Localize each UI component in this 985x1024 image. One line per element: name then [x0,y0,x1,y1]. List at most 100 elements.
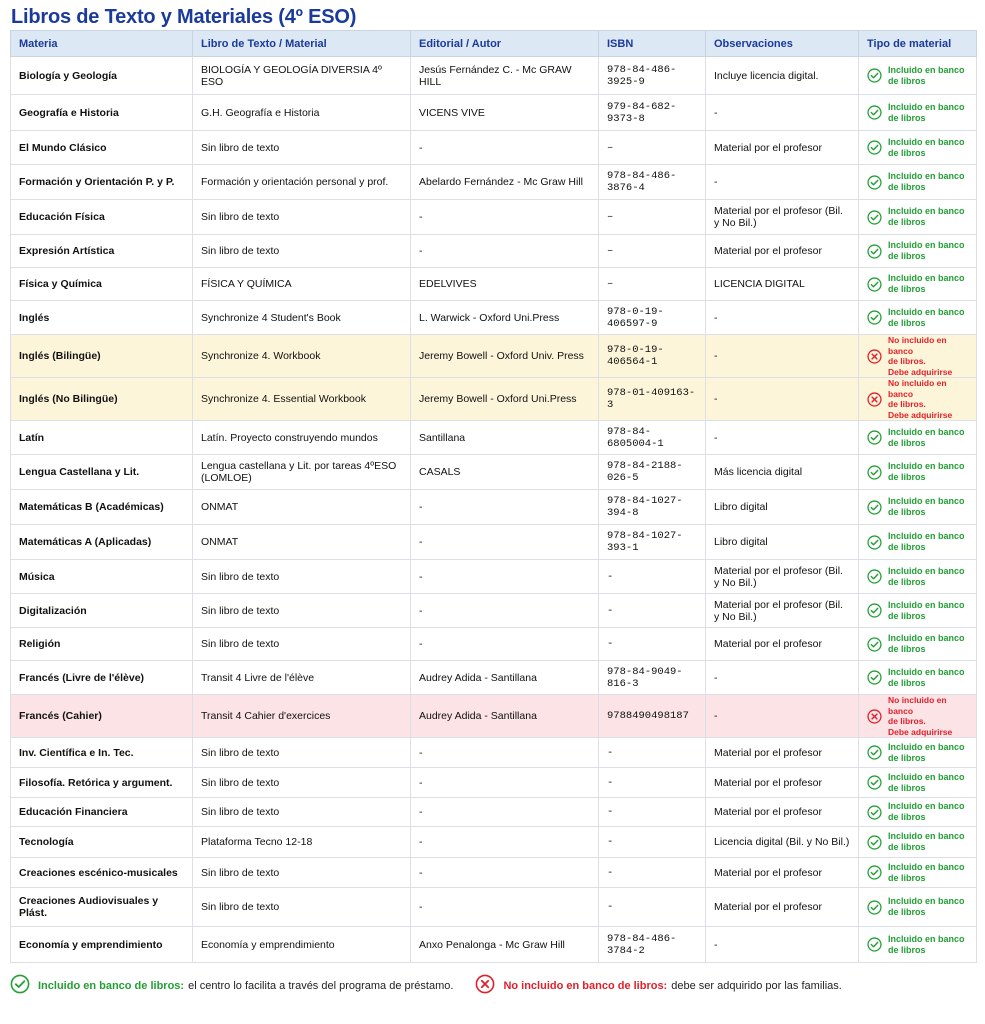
cell-editorial: Santillana [410,420,599,455]
cell-libro: ONMAT [192,489,411,525]
cell-isbn: - [598,826,706,858]
table-row: Francés (Livre de l'élève) Transit 4 Livr… [10,660,977,695]
cell-isbn: 978-01-409163-3 [598,377,706,421]
cell-observaciones: - [705,926,859,963]
status-line: Incluido en banco [888,273,965,283]
status-line: Incluido en banco [888,861,965,872]
legend-included-desc: el centro lo facilita a través del progr… [188,979,454,992]
status-line: de libros [888,872,926,883]
cell-isbn: - [598,857,706,888]
status-line: Incluido en banco [888,426,965,437]
cell-libro: Sin libro de texto [192,559,411,594]
cell-observaciones: Material por el profesor (Bil. y No Bil.… [705,593,859,628]
status-line: de libros [888,812,926,822]
status-text: Incluido en banco de libros [888,600,965,622]
status-line: Incluido en banco [888,801,965,811]
cell-libro: BIOLOGÍA Y GEOLOGÍA DIVERSIA 4º ESO [192,56,411,95]
cell-materia: Expresión Artística [10,234,193,268]
cell-observaciones: Licencia digital (Bil. y No Bil.) [705,826,859,858]
check-circle-icon [867,209,882,225]
status-included: Incluido en banco de libros [867,742,968,764]
cell-tipo: No incluido en banco de libros. Debe adqui… [858,334,977,378]
table-row: Educación Física Sin libro de texto - – Mate… [10,199,977,235]
cell-tipo: Incluido en banco de libros [858,593,977,628]
status-line: de libros [888,317,926,328]
status-line: de libros [888,251,926,261]
cell-libro: Synchronize 4 Student's Book [192,300,411,335]
cell-materia: Filosofía. Retórica y argument. [10,767,193,798]
cell-isbn: 979-84-682-9373-8 [598,94,706,131]
check-circle-icon [867,670,882,685]
table-row: Geografía e Historia G.H. Geografía e His… [10,94,977,131]
cell-isbn: 978-84-6805004-1 [598,420,706,455]
cell-libro: Lengua castellana y Lit. por tareas 4ºES… [192,454,411,490]
status-line: Incluido en banco [888,896,965,906]
cell-tipo: No incluido en banco de libros. Debe adqui… [858,377,977,421]
status-line: de libros [888,437,926,448]
status-line: Debe adquirirse [888,366,953,377]
cell-isbn: - [598,593,706,628]
cell-materia: Geografía e Historia [10,94,193,131]
cell-tipo: Incluido en banco de libros [858,887,977,927]
cell-isbn: - [598,887,706,927]
cell-materia: Inv. Científica e In. Tec. [10,737,193,768]
cell-libro: Sin libro de texto [192,737,411,768]
status-text: Incluido en banco de libros [888,831,965,853]
cell-libro: Sin libro de texto [192,767,411,798]
status-line: Incluido en banco [888,101,965,112]
cell-editorial: - [410,489,599,525]
cell-materia: Francés (Cahier) [10,694,193,738]
status-line: Incluido en banco [888,240,965,250]
status-line: de libros [888,842,926,852]
cell-libro: G.H. Geografía e Historia [192,94,411,131]
cell-editorial: - [410,524,599,560]
cell-materia: Inglés (No Bilingüe) [10,377,193,421]
status-included: Incluido en banco de libros [867,600,968,622]
status-line: Incluido en banco [888,831,965,841]
header-libro: Libro de Texto / Material [192,30,411,57]
status-line: de libros [888,182,926,192]
cell-editorial: EDELVIVES [410,267,599,301]
cell-isbn: 978-84-486-3876-4 [598,164,706,200]
cell-isbn: – [598,199,706,235]
check-circle-icon [867,68,882,83]
header-observaciones: Observaciones [705,30,859,57]
cell-libro: Synchronize 4. Essential Workbook [192,377,411,421]
cell-materia: Música [10,559,193,594]
cell-materia: Religión [10,627,193,661]
status-text: Incluido en banco de libros [888,934,965,956]
cell-isbn: 978-0-19-406564-1 [598,334,706,378]
cell-tipo: Incluido en banco de libros [858,559,977,594]
table-header-row: Materia Libro de Texto / Material Editor… [10,30,977,57]
table-row: Creaciones Audiovisuales y Plást. Sin lib… [10,887,977,927]
cell-materia: El Mundo Clásico [10,130,193,165]
cell-observaciones: Material por el profesor [705,737,859,768]
status-text: Incluido en banco de libros [888,461,965,483]
cell-libro: Sin libro de texto [192,887,411,927]
status-text: Incluido en banco de libros [888,531,965,553]
cell-materia: Educación Financiera [10,797,193,827]
status-line: Incluido en banco [888,599,965,610]
table-row: Inglés (Bilingüe) Synchronize 4. Workbook… [10,334,977,378]
status-included: Incluido en banco de libros [867,137,968,159]
cell-isbn: 9788490498187 [598,694,706,738]
cell-isbn: - [598,559,706,594]
cell-tipo: Incluido en banco de libros [858,926,977,963]
header-isbn: ISBN [598,30,706,57]
status-included: Incluido en banco de libros [867,273,968,295]
cell-tipo: Incluido en banco de libros [858,130,977,165]
cell-libro: Sin libro de texto [192,199,411,235]
status-included: Incluido en banco de libros [867,831,968,853]
cell-observaciones: LICENCIA DIGITAL [705,267,859,301]
check-circle-icon [867,310,882,325]
cell-editorial: Jeremy Bowell - Oxford Uni.Press [410,377,599,421]
cell-tipo: Incluido en banco de libros [858,767,977,798]
status-not-included: No incluido en banco de libros. Debe adqui… [867,335,968,377]
status-included: Incluido en banco de libros [867,307,968,329]
status-included: Incluido en banco de libros [867,206,968,228]
status-text: Incluido en banco de libros [888,742,965,764]
status-included: Incluido en banco de libros [867,862,968,884]
table-row: Religión Sin libro de texto - - Material por… [10,627,977,661]
cell-tipo: Incluido en banco de libros [858,454,977,490]
table-row: Biología y Geología BIOLOGÍA Y GEOLOGÍA D… [10,56,977,95]
